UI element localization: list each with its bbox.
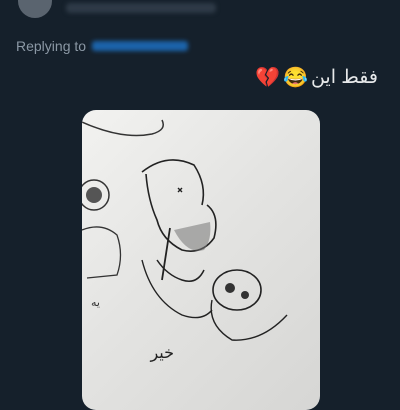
blurred-username[interactable] xyxy=(66,3,216,13)
tweet-body-text: فقط این xyxy=(310,67,378,88)
laughing-emoji-icon: 😂 xyxy=(283,66,308,89)
sketch-drawing: یه خیر xyxy=(82,119,288,363)
user-avatar[interactable] xyxy=(18,0,52,18)
reply-prefix-label: Replying to xyxy=(16,38,87,54)
side-scribble-text: یه xyxy=(91,296,100,309)
reply-target-handle[interactable] xyxy=(92,41,189,51)
drawing-caption: خیر xyxy=(149,343,174,363)
tweet-media-image[interactable]: یه خیر xyxy=(82,110,320,410)
reply-context: Replying to xyxy=(16,38,189,54)
broken-heart-emoji-icon: 💔 xyxy=(255,66,281,89)
tweet-text: فقط این 😂 💔 xyxy=(255,66,378,89)
